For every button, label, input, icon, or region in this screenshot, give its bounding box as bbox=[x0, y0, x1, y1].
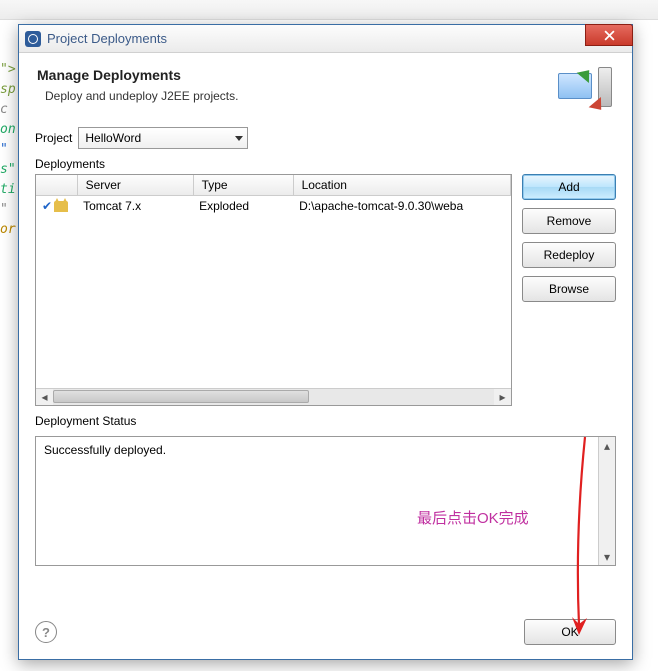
annotation-text: 最后点击OK完成 bbox=[417, 507, 529, 528]
ide-toolbar bbox=[0, 0, 658, 20]
project-combo-value: HelloWord bbox=[85, 131, 235, 145]
help-button[interactable]: ? bbox=[35, 621, 57, 643]
deployments-label: Deployments bbox=[35, 157, 616, 171]
cell-location: D:\apache-tomcat-9.0.30\weba bbox=[293, 196, 510, 217]
project-deployments-dialog: Project Deployments Manage Deployments D… bbox=[18, 24, 633, 660]
status-label: Deployment Status bbox=[35, 414, 616, 428]
scroll-up-icon[interactable]: ▴ bbox=[599, 437, 615, 454]
scroll-track[interactable] bbox=[53, 389, 494, 405]
scroll-thumb[interactable] bbox=[53, 390, 309, 403]
vertical-scrollbar[interactable]: ▴ ▾ bbox=[598, 437, 615, 565]
col-type[interactable]: Type bbox=[193, 175, 293, 196]
chevron-down-icon bbox=[235, 136, 243, 141]
cell-type: Exploded bbox=[193, 196, 293, 217]
browse-button[interactable]: Browse bbox=[522, 276, 616, 302]
tomcat-icon bbox=[54, 201, 68, 212]
close-icon bbox=[604, 30, 615, 41]
col-blank[interactable] bbox=[36, 175, 77, 196]
scroll-right-icon[interactable]: ▸ bbox=[494, 389, 511, 405]
header-subtitle: Deploy and undeploy J2EE projects. bbox=[37, 89, 238, 103]
add-button[interactable]: Add bbox=[522, 174, 616, 200]
editor-gutter-code: ">sp c on " s" ti " or bbox=[0, 20, 18, 620]
deploy-header-icon bbox=[558, 67, 614, 111]
project-combo[interactable]: HelloWord bbox=[78, 127, 248, 149]
header-title: Manage Deployments bbox=[37, 67, 238, 83]
scroll-down-icon[interactable]: ▾ bbox=[599, 548, 615, 565]
remove-button[interactable]: Remove bbox=[522, 208, 616, 234]
project-label: Project bbox=[35, 131, 72, 145]
cell-server: Tomcat 7.x bbox=[77, 196, 193, 217]
titlebar[interactable]: Project Deployments bbox=[19, 25, 632, 53]
scroll-left-icon[interactable]: ◂ bbox=[36, 389, 53, 405]
status-text-area[interactable]: Successfully deployed. ▴ ▾ bbox=[35, 436, 616, 566]
help-icon: ? bbox=[42, 625, 50, 640]
dialog-header: Manage Deployments Deploy and undeploy J… bbox=[19, 53, 632, 121]
ok-button[interactable]: OK bbox=[524, 619, 616, 645]
col-location[interactable]: Location bbox=[293, 175, 510, 196]
app-icon bbox=[25, 31, 41, 47]
deployments-table[interactable]: Server Type Location ✔ Tomcat 7.x Explod… bbox=[35, 174, 512, 406]
redeploy-button[interactable]: Redeploy bbox=[522, 242, 616, 268]
window-title: Project Deployments bbox=[47, 31, 167, 46]
table-row[interactable]: ✔ Tomcat 7.x Exploded D:\apache-tomcat-9… bbox=[36, 196, 511, 217]
close-button[interactable] bbox=[585, 24, 633, 46]
check-icon: ✔ bbox=[42, 199, 52, 213]
status-text: Successfully deployed. bbox=[44, 443, 166, 457]
horizontal-scrollbar[interactable]: ◂ ▸ bbox=[36, 388, 511, 405]
col-server[interactable]: Server bbox=[77, 175, 193, 196]
